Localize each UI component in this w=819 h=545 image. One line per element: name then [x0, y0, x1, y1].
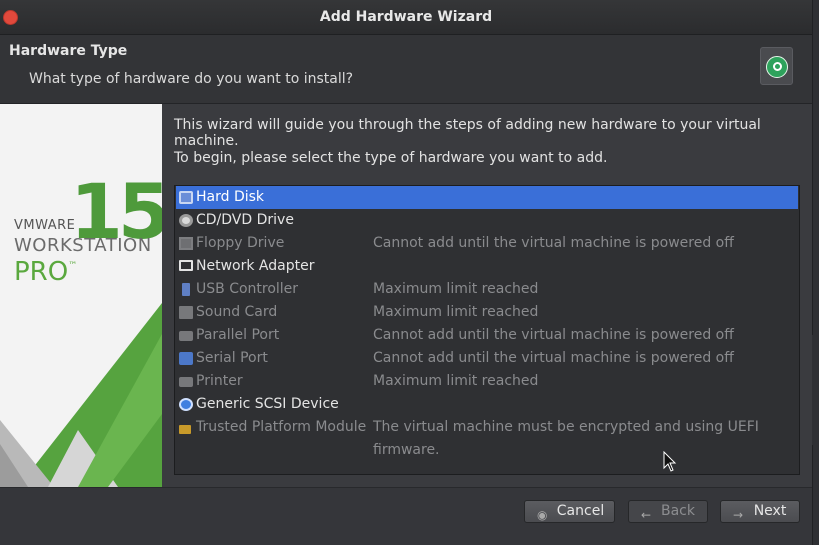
- brand-product: WORKSTATION: [14, 235, 152, 256]
- hardware-row[interactable]: Printer Maximum limit reached: [176, 370, 798, 393]
- hardware-row[interactable]: Serial Port Cannot add until the virtual …: [176, 347, 798, 370]
- hardware-status: Maximum limit reached: [373, 281, 539, 297]
- hardware-row[interactable]: USB Controller Maximum limit reached: [176, 278, 798, 301]
- hardware-name: Sound Card: [196, 304, 278, 320]
- hardware-type-list[interactable]: Hard Disk CD/DVD Drive Floppy Drive Cannot …: [174, 185, 800, 475]
- wizard-content: This wizard will guide you through the s…: [162, 104, 812, 487]
- hardware-status: Maximum limit reached: [373, 304, 539, 320]
- hardware-row[interactable]: Parallel Port Cannot add until the virtua…: [176, 324, 798, 347]
- hardware-name: CD/DVD Drive: [196, 212, 294, 228]
- wizard-footer: ◉ Cancel ← Back → Next: [0, 488, 812, 545]
- brand-sidebar: 15 VMWARE WORKSTATION PRO™: [0, 104, 162, 487]
- hardware-row[interactable]: Sound Card Maximum limit reached: [176, 301, 798, 324]
- cancel-label: Cancel: [556, 503, 605, 519]
- hardware-status: Cannot add until the virtual machine is …: [373, 327, 734, 343]
- hardware-row[interactable]: Generic SCSI Device: [176, 393, 798, 416]
- next-button[interactable]: → Next: [720, 500, 800, 523]
- hardware-status: Cannot add until the virtual machine is …: [373, 235, 734, 251]
- brand-graphic: [0, 303, 162, 487]
- title-bar[interactable]: Add Hardware Wizard: [0, 0, 812, 35]
- network-adapter-icon: [179, 260, 193, 271]
- cd-dvd-icon: [179, 214, 193, 227]
- wizard-header: Hardware Type What type of hardware do y…: [0, 35, 812, 103]
- page-subtitle: What type of hardware do you want to ins…: [29, 71, 354, 87]
- window-title: Add Hardware Wizard: [319, 9, 493, 25]
- hardware-name: Trusted Platform Module: [196, 419, 367, 435]
- hardware-name: Printer: [196, 373, 243, 389]
- tpm-icon: [179, 425, 191, 434]
- hardware-name: USB Controller: [196, 281, 299, 297]
- hardware-status: The virtual machine must be encrypted an…: [373, 419, 759, 458]
- background-window-edge: [812, 335, 819, 445]
- brand-company: VMWARE: [14, 218, 76, 233]
- hardware-row[interactable]: Hard Disk: [176, 186, 798, 209]
- mouse-cursor-icon: [663, 451, 677, 472]
- hardware-name: Generic SCSI Device: [196, 396, 339, 412]
- serial-port-icon: [179, 352, 193, 365]
- hardware-name: Parallel Port: [196, 327, 280, 343]
- floppy-icon: [179, 237, 193, 250]
- brand-edition-text: PRO: [14, 257, 69, 287]
- vmware-hardware-icon: [760, 47, 793, 85]
- hardware-name: Floppy Drive: [196, 235, 285, 251]
- hardware-row[interactable]: Network Adapter: [176, 255, 798, 278]
- hardware-status: Cannot add until the virtual machine is …: [373, 350, 734, 366]
- hardware-name: Serial Port: [196, 350, 268, 366]
- brand-edition: PRO™: [14, 257, 77, 287]
- page-title: Hardware Type: [9, 43, 128, 59]
- parallel-port-icon: [179, 331, 193, 341]
- hard-disk-icon: [179, 191, 193, 204]
- trademark: ™: [68, 261, 78, 271]
- next-label: Next: [753, 503, 787, 519]
- hardware-row[interactable]: CD/DVD Drive: [176, 209, 798, 232]
- sound-card-icon: [179, 306, 193, 319]
- back-label: Back: [661, 503, 695, 519]
- scsi-icon: [179, 398, 193, 411]
- intro-text: This wizard will guide you through the s…: [174, 117, 761, 149]
- cancel-icon: ◉: [537, 508, 548, 522]
- cancel-button[interactable]: ◉ Cancel: [524, 500, 615, 523]
- back-button[interactable]: ← Back: [628, 500, 708, 523]
- hardware-row[interactable]: Trusted Platform Module The virtual machi…: [176, 416, 798, 458]
- instruction-text: To begin, please select the type of hard…: [174, 150, 608, 166]
- usb-icon: [182, 283, 190, 296]
- wizard-window: Add Hardware Wizard Hardware Type What t…: [0, 0, 813, 545]
- printer-icon: [179, 377, 193, 387]
- hardware-row[interactable]: Floppy Drive Cannot add until the virtual…: [176, 232, 798, 255]
- hardware-name: Hard Disk: [196, 189, 265, 205]
- hardware-name: Network Adapter: [196, 258, 315, 274]
- hardware-status: Maximum limit reached: [373, 373, 539, 389]
